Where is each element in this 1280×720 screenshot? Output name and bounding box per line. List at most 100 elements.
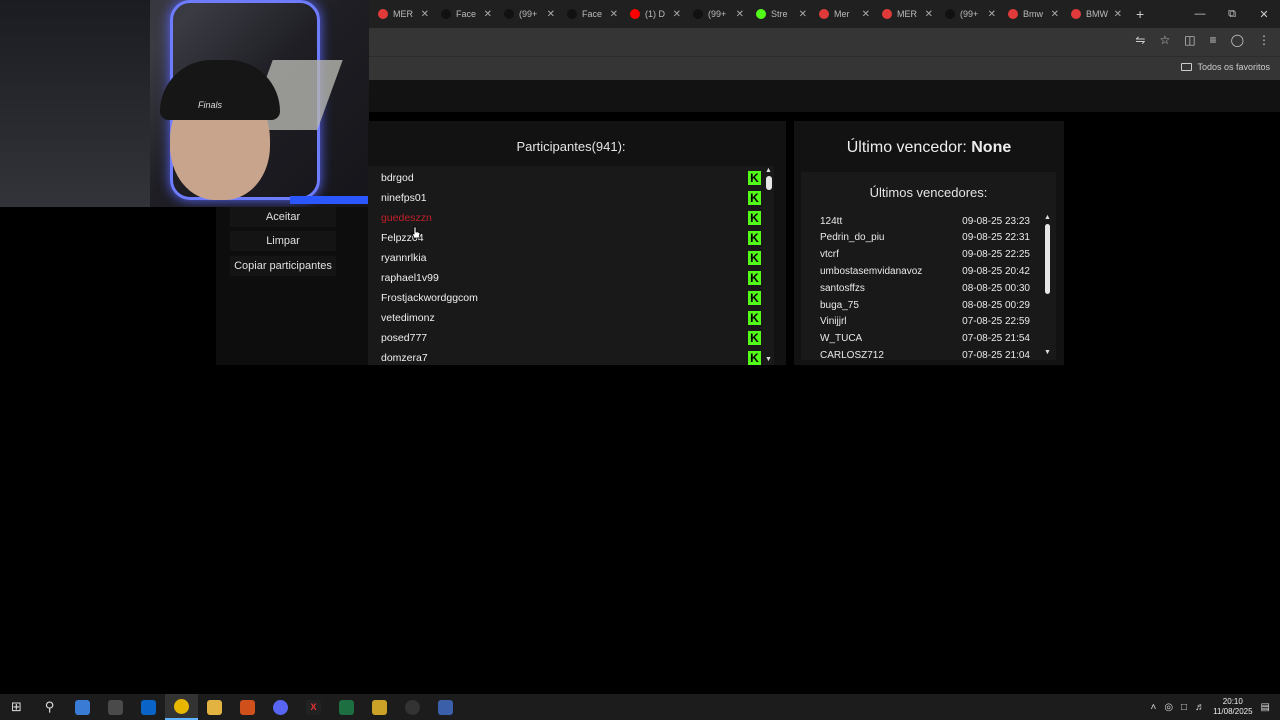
browser-tab[interactable]: (99+ ✕ xyxy=(498,1,561,27)
participants-scrollbar[interactable]: ▲ ▼ xyxy=(764,166,774,365)
profile-icon[interactable]: ◯ xyxy=(1231,33,1244,47)
browser-tab[interactable]: Bmw ✕ xyxy=(1002,1,1065,27)
new-tab-button[interactable]: + xyxy=(1136,6,1144,22)
tab-title: MER xyxy=(897,9,917,19)
browser-tab[interactable]: BMW ✕ xyxy=(1065,1,1128,27)
taskbar-calculator[interactable] xyxy=(429,694,462,720)
close-tab-icon[interactable]: ✕ xyxy=(610,9,618,20)
bookmark-star-icon[interactable]: ☆ xyxy=(1159,33,1170,47)
browser-tab[interactable]: Stre ✕ xyxy=(750,1,813,27)
tab-title: (99+ xyxy=(960,9,979,19)
close-tab-icon[interactable]: ✕ xyxy=(421,9,429,20)
participant-row[interactable]: domzera7 K xyxy=(381,348,761,365)
participant-row[interactable]: vetedimonz K xyxy=(381,308,761,328)
participant-name: Frostjackwordggcom xyxy=(381,292,478,304)
close-tab-icon[interactable]: ✕ xyxy=(547,9,555,20)
folder-icon xyxy=(1181,63,1193,71)
restore-button[interactable]: ⧉ xyxy=(1216,0,1248,28)
clear-button[interactable]: Limpar xyxy=(230,231,336,251)
discord-icon xyxy=(273,699,288,715)
scroll-down-arrow-icon[interactable]: ▼ xyxy=(1044,349,1051,356)
minimize-button[interactable]: — xyxy=(1184,0,1216,28)
close-tab-icon[interactable]: ✕ xyxy=(988,9,996,20)
taskbar-discord[interactable] xyxy=(264,694,297,720)
scroll-thumb[interactable] xyxy=(1045,224,1050,294)
participants-list[interactable]: bdrgod Kninefps01 Kguedeszzn K Felpzz04 Kryan… xyxy=(368,166,774,365)
taskbar-copilot[interactable] xyxy=(66,694,99,720)
scroll-up-arrow-icon[interactable]: ▲ xyxy=(1044,214,1051,221)
extensions-icon[interactable]: ◫ xyxy=(1184,33,1195,47)
close-tab-icon[interactable]: ✕ xyxy=(862,9,870,20)
taskbar-outlook[interactable] xyxy=(132,694,165,720)
taskbar-obs[interactable] xyxy=(396,694,429,720)
close-window-button[interactable]: ✕ xyxy=(1248,0,1280,28)
chevron-up-icon[interactable]: ˄ xyxy=(1150,702,1156,713)
all-bookmarks-button[interactable]: Todos os favoritos xyxy=(1181,62,1270,72)
tiktok-icon xyxy=(945,9,955,19)
notifications-icon[interactable]: ▤ xyxy=(1261,702,1270,713)
copy-participants-button[interactable]: Copiar participantes xyxy=(230,256,336,276)
participant-name: raphael1v99 xyxy=(381,272,439,284)
browser-tab[interactable]: MER ✕ xyxy=(372,1,435,27)
scroll-down-arrow-icon[interactable]: ▼ xyxy=(765,356,772,363)
winner-name: santosffzs xyxy=(820,282,865,294)
browser-tab[interactable]: (99+ ✕ xyxy=(687,1,750,27)
taskbar-app-orange[interactable] xyxy=(231,694,264,720)
taskbar-store[interactable] xyxy=(99,694,132,720)
tab-title: (99+ xyxy=(519,9,538,19)
kick-badge-icon: K xyxy=(748,211,761,225)
winners-scrollbar[interactable]: ▲ ▼ xyxy=(1044,214,1053,356)
winner-date: 07-08-25 22:59 xyxy=(962,316,1030,328)
participants-panel: Participantes(941): bdrgod Kninefps01 Kgue… xyxy=(368,121,786,365)
browser-tab[interactable]: MER ✕ xyxy=(876,1,939,27)
scroll-up-arrow-icon[interactable]: ▲ xyxy=(765,167,772,174)
participant-row[interactable]: Felpzz04 K xyxy=(381,228,761,248)
network-icon[interactable]: □ xyxy=(1181,702,1187,713)
close-tab-icon[interactable]: ✕ xyxy=(799,9,807,20)
tab-title: MER xyxy=(393,9,413,19)
start-button[interactable]: ⊞ xyxy=(0,694,33,720)
taskbar-app-x[interactable]: X xyxy=(297,694,330,720)
browser-tab[interactable]: Mer ✕ xyxy=(813,1,876,27)
close-tab-icon[interactable]: ✕ xyxy=(925,9,933,20)
last-winner-label: Último vencedor: xyxy=(846,139,967,156)
participant-row[interactable]: guedeszzn K xyxy=(381,208,761,228)
system-tray: ˄ ◎ □ ♬ 20:10 11/08/2025 ▤ xyxy=(1150,694,1280,720)
microphone-icon[interactable]: ◎ xyxy=(1164,702,1173,713)
browser-tab[interactable]: Face ✕ xyxy=(435,1,498,27)
screen: MER ✕ Face ✕ (99+ ✕ Face ✕ (1) D ✕ (99+ ✕ Stre ✕ Mer ✕ M… xyxy=(0,0,1280,720)
tab-title: Mer xyxy=(834,9,850,19)
close-tab-icon[interactable]: ✕ xyxy=(484,9,492,20)
winner-date: 08-08-25 00:30 xyxy=(962,282,1030,294)
translate-icon[interactable]: ⇋ xyxy=(1135,33,1145,47)
media-icon[interactable]: ≡ xyxy=(1210,33,1217,47)
volume-icon[interactable]: ♬ xyxy=(1195,702,1205,713)
search-button[interactable]: ⚲ xyxy=(33,694,66,720)
winners-panel: Último vencedor: None Últimos vencedores… xyxy=(794,121,1064,365)
browser-tab[interactable]: (99+ ✕ xyxy=(939,1,1002,27)
window-controls: — ⧉ ✕ xyxy=(1184,0,1280,28)
participant-row[interactable]: posed777 K xyxy=(381,328,761,348)
participants-title: Participantes(941): xyxy=(516,139,626,154)
browser-tab[interactable]: (1) D ✕ xyxy=(624,1,687,27)
taskbar-chrome[interactable] xyxy=(165,694,198,720)
participant-row[interactable]: bdrgod K xyxy=(381,168,761,188)
close-tab-icon[interactable]: ✕ xyxy=(1114,9,1122,20)
browser-tab[interactable]: Face ✕ xyxy=(561,1,624,27)
participant-row[interactable]: ryannrlkia K xyxy=(381,248,761,268)
menu-icon[interactable]: ⋮ xyxy=(1258,33,1270,47)
clock[interactable]: 20:10 11/08/2025 xyxy=(1213,697,1252,717)
outlook-icon xyxy=(141,699,156,715)
taskbar-app-gold[interactable] xyxy=(363,694,396,720)
taskbar-explorer[interactable] xyxy=(198,694,231,720)
accept-button[interactable]: Aceitar xyxy=(230,207,336,227)
scroll-thumb[interactable] xyxy=(766,176,772,190)
close-tab-icon[interactable]: ✕ xyxy=(673,9,681,20)
winner-name: Pedrin_do_piu xyxy=(820,232,885,244)
taskbar-excel[interactable] xyxy=(330,694,363,720)
close-tab-icon[interactable]: ✕ xyxy=(1051,9,1059,20)
close-tab-icon[interactable]: ✕ xyxy=(736,9,744,20)
participant-row[interactable]: ninefps01 K xyxy=(381,188,761,208)
participant-row[interactable]: Frostjackwordggcom K xyxy=(381,288,761,308)
participant-row[interactable]: raphael1v99 K xyxy=(381,268,761,288)
